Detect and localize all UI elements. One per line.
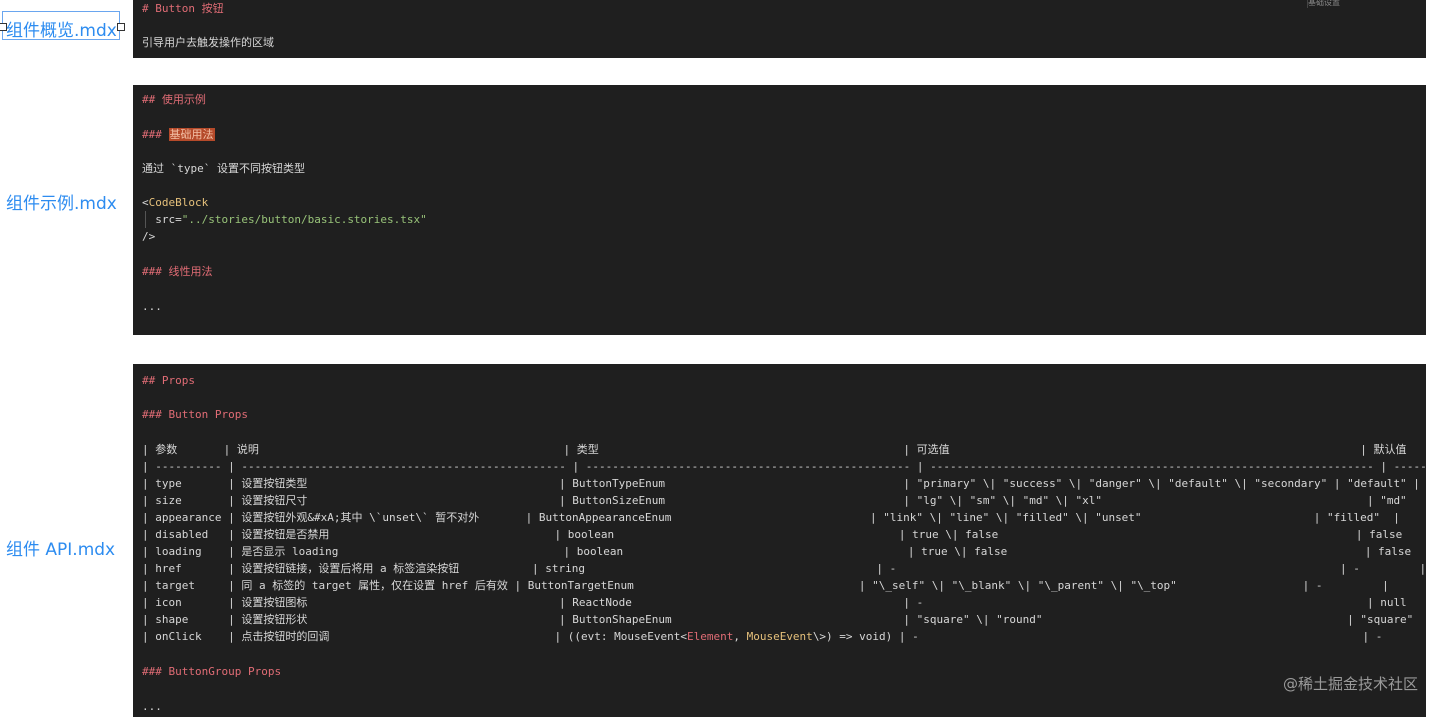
code-line-ellipsis: ...	[142, 700, 162, 713]
table-row: | type | 设置按钮类型 | ButtonTypeEnum | "prim…	[142, 477, 1420, 490]
onclick-suffix: \>) => void) | - | - |	[812, 630, 1426, 643]
file-label-overview[interactable]: 组件概览.mdx	[6, 16, 117, 41]
table-row: | appearance | 设置按钮外观&#xA;其中 \`unset\` 暂…	[142, 511, 1400, 524]
src-attr: src=	[142, 213, 182, 226]
table-row-onclick: | onClick | 点击按钮时的回调 | ((evt: MouseEvent…	[142, 628, 1426, 645]
table-row: | disabled | 设置按钮是否禁用 | boolean | true \…	[142, 528, 1426, 541]
table-row: | href | 设置按钮链接，设置后将用 a 标签渲染按钮 | string …	[142, 562, 1426, 575]
table-row: | shape | 设置按钮形状 | ButtonShapeEnum | "sq…	[142, 613, 1426, 626]
generic-mouseevent: MouseEvent	[746, 630, 813, 643]
code-line-h3b: ### 线性用法	[142, 265, 213, 278]
code-panel-overview[interactable]: 基础设置 # Button 按钮 引导用户去触发操作的区域	[133, 0, 1426, 58]
code-panel-example[interactable]: ## 使用示例 ### 基础用法 通过 `type` 设置不同按钮类型 <Cod…	[133, 85, 1426, 335]
heading-marker: ###	[142, 128, 169, 141]
file-label-api[interactable]: 组件 API.mdx	[6, 535, 115, 560]
table-row: | ---------- | -------------------------…	[142, 460, 1426, 473]
generic-sep: ,	[733, 630, 747, 643]
code-line-h3b: ### ButtonGroup Props	[142, 665, 282, 678]
table-row: | size | 设置按钮尺寸 | ButtonSizeEnum | "lg" …	[142, 494, 1426, 507]
generic-element: Element	[686, 630, 734, 643]
table-row: | loading | 是否显示 loading | boolean | tru…	[142, 545, 1426, 558]
code-line-h2: ## 使用示例	[142, 93, 206, 106]
table-row: | 参数 | 说明 | 类型 | 可选值 | 默认值 |	[142, 443, 1426, 456]
code-line-h3: ### 基础用法	[142, 126, 215, 143]
code-line-desc: 引导用户去触发操作的区域	[142, 36, 274, 49]
tag-name: CodeBlock	[148, 196, 209, 209]
code-line-ellipsis: ...	[142, 300, 162, 313]
watermark: @稀土掘金技术社区	[1282, 675, 1418, 693]
tag-bracket: <	[142, 196, 149, 209]
highlighted-heading: 基础用法	[168, 128, 215, 141]
code-line-h3: ### Button Props	[142, 408, 248, 421]
code-line-h2: ## Props	[142, 374, 195, 387]
resize-handle-right[interactable]	[117, 23, 125, 31]
code-line-src: src="../stories/button/basic.stories.tsx…	[142, 211, 427, 228]
table-row: | target | 同 a 标签的 target 属性，仅在设置 href 后…	[142, 579, 1389, 592]
onclick-prefix: | onClick | 点击按钮时的回调 | ((evt: MouseEvent…	[142, 630, 687, 643]
code-line-desc: 通过 `type` 设置不同按钮类型	[142, 162, 305, 175]
code-panel-api[interactable]: ## Props ### Button Props | 参数 | 说明 | 类型…	[133, 364, 1426, 717]
src-value: "../stories/button/basic.stories.tsx"	[181, 213, 427, 226]
table-row: | icon | 设置按钮图标 | ReactNode | - | null |	[142, 596, 1426, 609]
file-label-example[interactable]: 组件示例.mdx	[6, 189, 117, 214]
code-line-tag-close: />	[142, 230, 156, 243]
code-line-tag-open: <CodeBlock	[142, 194, 208, 211]
code-line-title: # Button 按钮	[142, 2, 224, 15]
